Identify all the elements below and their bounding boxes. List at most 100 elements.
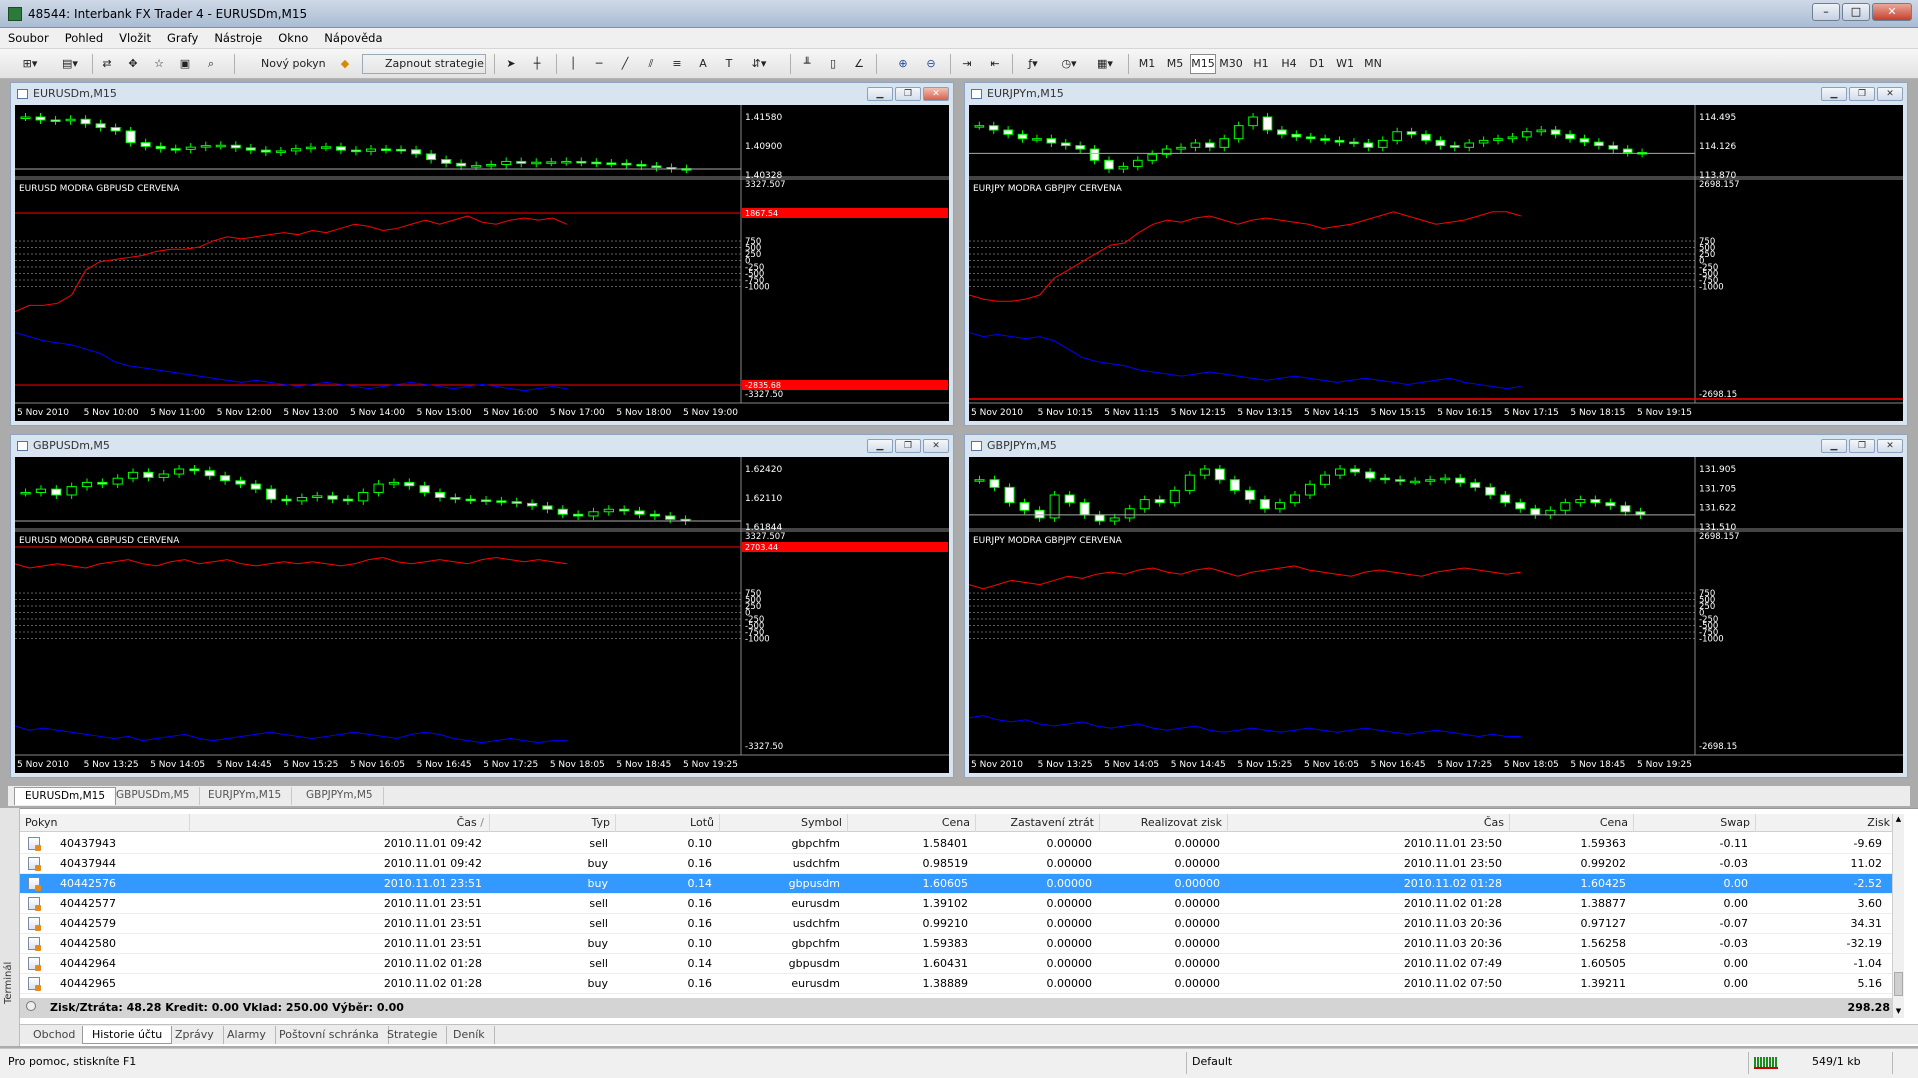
cursor-icon[interactable]: ➤ (500, 54, 522, 74)
chart-restore-button[interactable]: ❐ (1849, 87, 1875, 101)
tab-journal[interactable]: Deník (444, 1026, 495, 1044)
chart-svg[interactable]: 1.415801.409001.40328EURUSD MODRA GBPUSD… (15, 105, 949, 421)
chart-tab-eurjpy[interactable]: EURJPYm,M15 (198, 787, 293, 805)
chart-restore-button[interactable]: ❐ (895, 87, 921, 101)
zoom-in-icon[interactable]: ⊕ (892, 54, 914, 74)
chart-shift-icon[interactable]: ⇤ (984, 54, 1006, 74)
col-close-price[interactable]: Cena (1510, 814, 1634, 832)
chart-window-eurusd[interactable]: EURUSDm,M15 ▁ ❐ ✕ 1.41580 1.40900 1.40328 E… (10, 82, 954, 426)
arrows-icon[interactable]: ⇵▾ (744, 54, 774, 74)
text-icon[interactable]: A (692, 54, 714, 74)
col-take-profit[interactable]: Realizovat zisk (1100, 814, 1228, 832)
chart-plot[interactable]: 114.495 114.126 113.870 EURJPY MODRA GBPJPY… (969, 105, 1903, 421)
period-m30[interactable]: M30 (1218, 54, 1244, 74)
bar-chart-icon[interactable]: ╨ (796, 54, 818, 74)
scroll-up-icon[interactable]: ▲ (1894, 815, 1903, 825)
trendline-icon[interactable]: ╱ (614, 54, 636, 74)
periodicity-icon[interactable]: ◷▾ (1054, 54, 1084, 74)
terminal-icon[interactable]: ▣ (174, 54, 196, 74)
candlestick-icon[interactable]: ▯ (822, 54, 844, 74)
table-row[interactable]: 40442577 2010.11.01 23:51 sell 0.16 eurusdm 1… (20, 894, 1900, 914)
menu-help[interactable]: Nápověda (316, 28, 390, 48)
line-chart-icon[interactable]: ∠ (848, 54, 870, 74)
metaeditor-icon[interactable]: ◆ (334, 54, 356, 74)
table-row[interactable]: 40442580 2010.11.01 23:51 buy 0.10 gbpchfm 1.… (20, 934, 1900, 954)
menu-insert[interactable]: Vložit (111, 28, 159, 48)
strategy-tester-icon[interactable]: ⌕ (200, 54, 222, 74)
history-scrollbar[interactable]: ▲ ▼ (1892, 814, 1904, 1018)
menu-file[interactable]: Soubor (0, 28, 57, 48)
col-open-price[interactable]: Cena (848, 814, 976, 832)
tab-experts[interactable]: Strategie (378, 1026, 448, 1044)
profiles-icon[interactable]: ▤▾ (52, 54, 88, 74)
auto-scroll-icon[interactable]: ⇥ (956, 54, 978, 74)
table-row[interactable]: 40442964 2010.11.02 01:28 sell 0.14 gbpusdm 1… (20, 954, 1900, 974)
new-chart-icon[interactable]: ⊞▾ (12, 54, 48, 74)
col-stop-loss[interactable]: Zastavení ztrát (976, 814, 1100, 832)
tab-alerts[interactable]: Alarmy (218, 1026, 276, 1044)
indicators-icon[interactable]: ƒ▾ (1018, 54, 1048, 74)
navigator-icon[interactable]: ✥ (122, 54, 144, 74)
chart-tab-gbpusd[interactable]: GBPUSDm,M5 (106, 787, 201, 805)
chart-restore-button[interactable]: ❐ (1849, 439, 1875, 453)
expert-advisors-button[interactable]: Zapnout strategie (362, 54, 486, 74)
text-label-icon[interactable]: T (718, 54, 740, 74)
new-order-button[interactable]: Nový pokyn (240, 54, 332, 74)
crosshair-icon[interactable]: ┼ (526, 54, 548, 74)
col-order[interactable]: Pokyn (20, 814, 190, 832)
chart-svg[interactable]: 114.495114.126113.870EURJPY MODRA GBPJPY… (969, 105, 1903, 421)
menu-charts[interactable]: Grafy (159, 28, 206, 48)
tab-account-history[interactable]: Historie účtu (82, 1026, 173, 1044)
zoom-out-icon[interactable]: ⊖ (920, 54, 942, 74)
horizontal-line-icon[interactable]: ─ (588, 54, 610, 74)
templates-icon[interactable]: ▦▾ (1090, 54, 1120, 74)
maximize-button[interactable]: □ (1842, 3, 1870, 21)
chart-plot[interactable]: 1.62420 1.62110 1.61844 EURUSD MODRA GBPUSD… (15, 457, 949, 773)
table-row[interactable]: 40442576 2010.11.01 23:51 buy 0.14 gbpusdm 1.… (20, 874, 1900, 894)
chart-minimize-button[interactable]: ▁ (1821, 439, 1847, 453)
chart-tab-gbpjpy[interactable]: GBPJPYm,M5 (296, 787, 384, 805)
vertical-line-icon[interactable]: │ (562, 54, 584, 74)
period-d1[interactable]: D1 (1304, 54, 1330, 74)
col-open-time[interactable]: Čas / (190, 814, 490, 832)
chart-plot[interactable]: 1.41580 1.40900 1.40328 EURUSD MODRA GBPUSD… (15, 105, 949, 421)
chart-minimize-button[interactable]: ▁ (1821, 87, 1847, 101)
tab-mailbox[interactable]: Poštovní schránka (270, 1026, 389, 1044)
status-profile[interactable]: Default (1192, 1055, 1232, 1068)
period-w1[interactable]: W1 (1332, 54, 1358, 74)
chart-close-button[interactable]: ✕ (1877, 87, 1903, 101)
menu-tools[interactable]: Nástroje (206, 28, 270, 48)
table-row[interactable]: 40437943 2010.11.01 09:42 sell 0.10 gbpchfm 1… (20, 834, 1900, 854)
chart-plot[interactable]: 131.905 131.705 131.622 131.510 EURJPY MODRA… (969, 457, 1903, 773)
favorites-icon[interactable]: ☆ (148, 54, 170, 74)
table-row[interactable]: 40442579 2010.11.01 23:51 sell 0.16 usdchfm 0… (20, 914, 1900, 934)
chart-tab-eurusd[interactable]: EURUSDm,M15 (14, 787, 117, 805)
chart-window-eurjpy[interactable]: EURJPYm,M15 ▁ ❐ ✕ 114.495 114.126 113.870 E… (964, 82, 1908, 426)
chart-close-button[interactable]: ✕ (1877, 439, 1903, 453)
close-button[interactable]: ✕ (1872, 3, 1912, 21)
table-row[interactable]: 40442965 2010.11.02 01:28 buy 0.16 eurusdm 1.… (20, 974, 1900, 994)
chart-svg[interactable]: 1.624201.621101.61844EURUSD MODRA GBPUSD… (15, 457, 949, 773)
table-row[interactable]: 40437944 2010.11.01 09:42 buy 0.16 usdchfm 0.… (20, 854, 1900, 874)
col-symbol[interactable]: Symbol (720, 814, 848, 832)
menu-view[interactable]: Pohled (57, 28, 111, 48)
market-watch-icon[interactable]: ⇄ (96, 54, 118, 74)
col-type[interactable]: Typ (490, 814, 616, 832)
chart-svg[interactable]: 131.905131.705131.622131.510EURJPY MODRA… (969, 457, 1903, 773)
col-profit[interactable]: Zisk (1756, 814, 1896, 832)
chart-minimize-button[interactable]: ▁ (867, 439, 893, 453)
col-close-time[interactable]: Čas (1228, 814, 1510, 832)
period-h4[interactable]: H4 (1276, 54, 1302, 74)
chart-window-gbpusd[interactable]: GBPUSDm,M5 ▁ ❐ ✕ 1.62420 1.62110 1.61844 EU… (10, 434, 954, 778)
tab-trade[interactable]: Obchod (24, 1026, 86, 1044)
chart-restore-button[interactable]: ❐ (895, 439, 921, 453)
minimize-button[interactable]: – (1812, 3, 1840, 21)
chart-window-gbpjpy[interactable]: GBPJPYm,M5 ▁ ❐ ✕ 131.905 131.705 131.622 13… (964, 434, 1908, 778)
chart-close-button[interactable]: ✕ (923, 439, 949, 453)
tab-news[interactable]: Zprávy (166, 1026, 224, 1044)
col-lots[interactable]: Lotů (616, 814, 720, 832)
period-m5[interactable]: M5 (1162, 54, 1188, 74)
col-swap[interactable]: Swap (1634, 814, 1756, 832)
channel-icon[interactable]: ⫽ (640, 54, 662, 74)
chart-minimize-button[interactable]: ▁ (867, 87, 893, 101)
